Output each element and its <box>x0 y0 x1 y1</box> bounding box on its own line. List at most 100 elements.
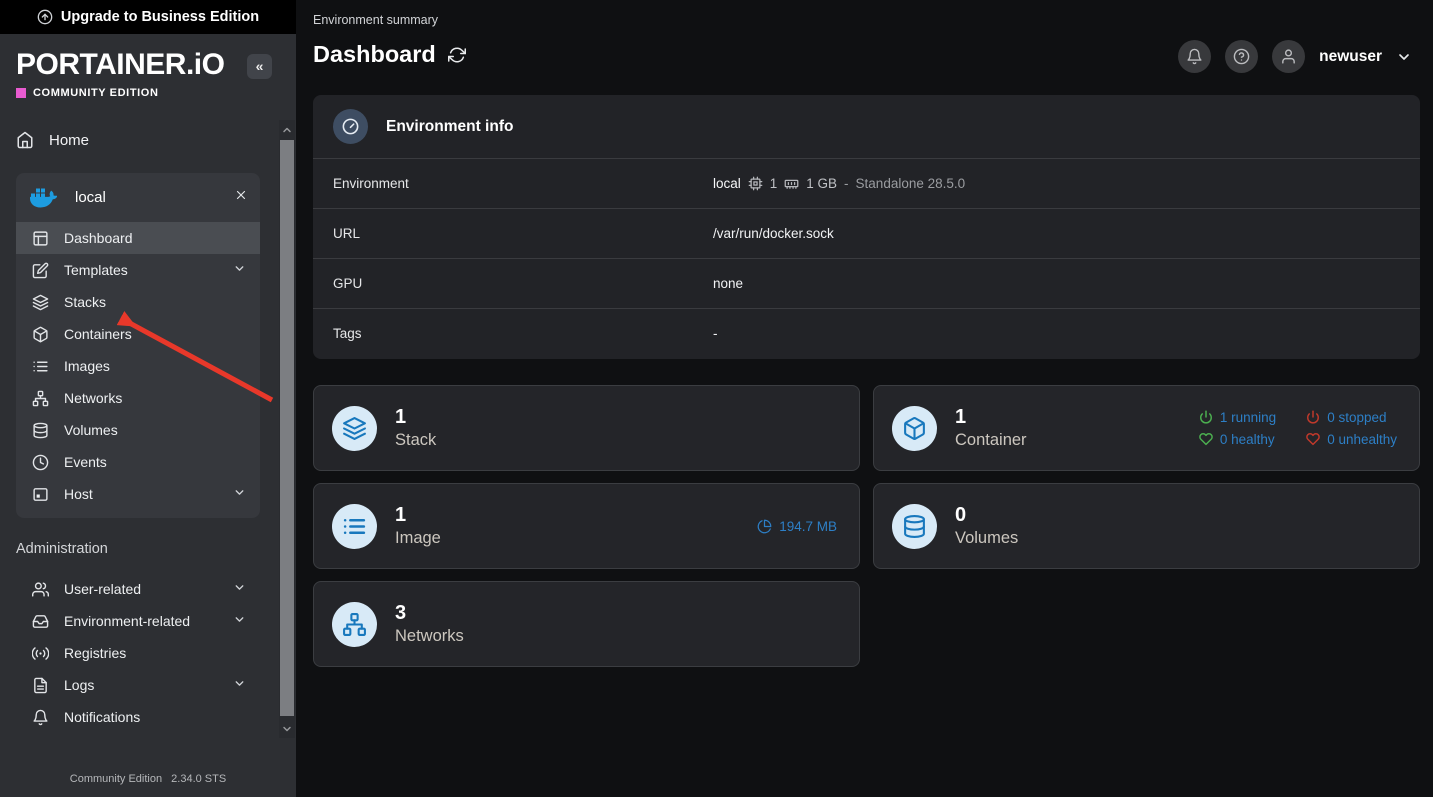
sidebar-item-label: Templates <box>64 262 128 278</box>
scroll-up-button[interactable] <box>279 120 295 139</box>
breadcrumb: Environment summary <box>313 13 438 27</box>
gauge-icon <box>333 109 368 144</box>
sidebar: Upgrade to Business Edition PORTAINER.iO… <box>0 0 296 797</box>
edit-icon <box>32 262 49 279</box>
sidebar-item-notifications[interactable]: Notifications <box>16 701 260 733</box>
environment-info-panel: Environment info Environment local 1 1 G… <box>313 95 1420 359</box>
sidebar-item-containers[interactable]: Containers <box>16 318 260 350</box>
sidebar-item-home[interactable]: Home <box>8 126 268 154</box>
environment-info-header: Environment info <box>313 95 1420 158</box>
stack-count: 1 <box>395 405 436 430</box>
card-label: Container <box>955 430 1027 451</box>
sidebar-collapse-button[interactable]: « <box>247 54 272 79</box>
heart-icon <box>1199 432 1213 446</box>
file-text-icon <box>32 677 49 694</box>
sidebar-item-images[interactable]: Images <box>16 350 260 382</box>
power-icon <box>1306 410 1320 424</box>
sidebar-item-dashboard[interactable]: Dashboard <box>16 222 260 254</box>
footer-edition: Community Edition <box>70 773 162 785</box>
docker-whale-icon <box>29 186 59 209</box>
sidebar-item-label: Host <box>64 486 93 502</box>
unhealthy-stat[interactable]: 0 unhealthy <box>1306 432 1397 447</box>
sidebar-item-label: Dashboard <box>64 230 133 246</box>
username[interactable]: newuser <box>1319 48 1382 66</box>
sidebar-item-stacks[interactable]: Stacks <box>16 286 260 318</box>
scroll-down-button[interactable] <box>279 719 295 738</box>
network-icon <box>332 602 377 647</box>
help-button[interactable] <box>1225 40 1258 73</box>
environment-menu: Dashboard Templates Stacks Containers <box>16 222 260 510</box>
sidebar-item-user-related[interactable]: User-related <box>16 573 260 605</box>
list-icon <box>32 358 49 375</box>
row-label: Environment <box>313 176 713 191</box>
running-stat[interactable]: 1 running <box>1199 410 1276 425</box>
environment-header[interactable]: local <box>16 173 260 222</box>
card-label: Image <box>395 528 441 549</box>
stopped-stat[interactable]: 0 stopped <box>1306 410 1397 425</box>
cpu-count: 1 <box>770 176 778 191</box>
volumes-card[interactable]: 0 Volumes <box>873 483 1420 569</box>
sidebar-item-label: Events <box>64 454 107 470</box>
scrollbar-thumb[interactable] <box>280 140 294 716</box>
clock-icon <box>32 454 49 471</box>
user-menu-button[interactable] <box>1396 49 1412 65</box>
sidebar-item-label: Registries <box>64 645 126 661</box>
sidebar-item-registries[interactable]: Registries <box>16 637 260 669</box>
sidebar-item-host[interactable]: Host <box>16 478 260 510</box>
edition-badge: COMMUNITY EDITION <box>16 87 159 99</box>
edition-label: COMMUNITY EDITION <box>33 87 159 99</box>
footer-version: 2.34.0 STS <box>171 773 226 785</box>
sidebar-scrollbar[interactable] <box>279 120 295 738</box>
images-card[interactable]: 1 Image 194.7 MB <box>313 483 860 569</box>
images-total-size: 194.7 MB <box>757 519 837 534</box>
stacks-card[interactable]: 1 Stack <box>313 385 860 471</box>
healthy-stat[interactable]: 0 healthy <box>1199 432 1276 447</box>
sidebar-item-volumes[interactable]: Volumes <box>16 414 260 446</box>
info-row-environment: Environment local 1 1 GB - Standalone 28… <box>313 158 1420 208</box>
sidebar-item-networks[interactable]: Networks <box>16 382 260 414</box>
chevron-down-icon <box>233 613 246 629</box>
row-value: - <box>713 326 718 341</box>
refresh-button[interactable] <box>448 46 466 64</box>
sidebar-item-events[interactable]: Events <box>16 446 260 478</box>
header-user-area: newuser <box>1178 40 1412 73</box>
user-avatar[interactable] <box>1272 40 1305 73</box>
sidebar-item-templates[interactable]: Templates <box>16 254 260 286</box>
upgrade-banner[interactable]: Upgrade to Business Edition <box>0 0 296 34</box>
portainer-logo-text: PORTAINER.iO <box>16 48 224 82</box>
chevron-down-icon <box>233 486 246 502</box>
environment-info-title: Environment info <box>386 118 513 136</box>
platform-version: Standalone 28.5.0 <box>856 176 966 191</box>
dashboard-icon <box>32 230 49 247</box>
refresh-icon <box>448 46 466 64</box>
administration-menu: User-related Environment-related Registr… <box>16 573 260 733</box>
sidebar-item-label: Notifications <box>64 709 140 725</box>
drive-icon <box>32 613 49 630</box>
chevron-down-icon <box>233 262 246 278</box>
row-label: GPU <box>313 276 713 291</box>
row-label: URL <box>313 226 713 241</box>
box-icon <box>892 406 937 451</box>
row-label: Tags <box>313 326 713 341</box>
memory-amount: 1 GB <box>806 176 837 191</box>
notifications-button[interactable] <box>1178 40 1211 73</box>
environment-value-name: local <box>713 176 741 191</box>
logo: PORTAINER.iO <box>16 48 224 82</box>
networks-card[interactable]: 3 Networks <box>313 581 860 667</box>
sidebar-item-label: User-related <box>64 581 141 597</box>
help-icon <box>1233 48 1250 65</box>
user-icon <box>1280 48 1297 65</box>
box-icon <box>32 326 49 343</box>
layers-icon <box>32 294 49 311</box>
chevron-up-icon <box>281 124 293 136</box>
card-label: Stack <box>395 430 436 451</box>
sidebar-item-environment-related[interactable]: Environment-related <box>16 605 260 637</box>
sidebar-item-label: Logs <box>64 677 94 693</box>
network-count: 3 <box>395 601 464 626</box>
containers-card[interactable]: 1 Container 1 running 0 stopped 0 health… <box>873 385 1420 471</box>
bell-icon <box>1186 48 1203 65</box>
sidebar-item-logs[interactable]: Logs <box>16 669 260 701</box>
app-root: Upgrade to Business Edition PORTAINER.iO… <box>0 0 1433 797</box>
close-environment-button[interactable] <box>234 188 248 207</box>
sidebar-item-label: Containers <box>64 326 132 342</box>
